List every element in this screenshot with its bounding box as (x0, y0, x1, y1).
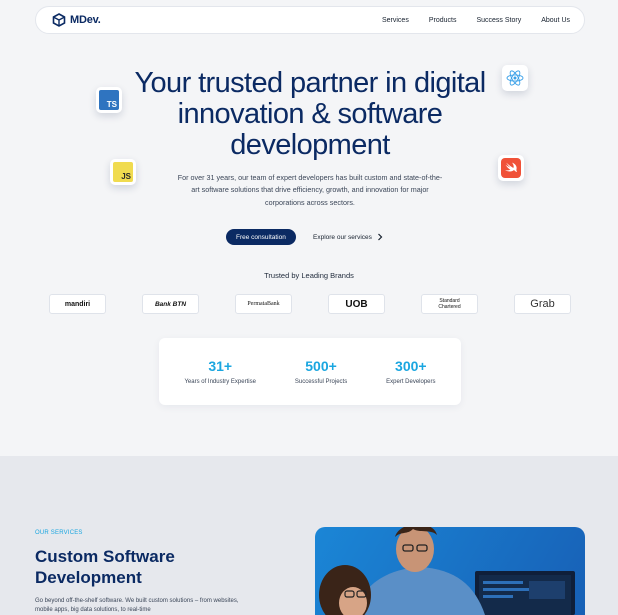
nav-link-services[interactable]: Services (382, 17, 409, 24)
explore-services-label: Explore our services (313, 233, 372, 241)
cube-logo-icon (52, 13, 66, 27)
brand-logos: mandiri Bank BTN PermataBank UOB Standar… (49, 294, 571, 314)
stat-label: Expert Developers (386, 379, 436, 385)
developers-photo (315, 523, 585, 615)
stat-number: 31+ (208, 358, 233, 374)
brand-logo-permata: PermataBank (235, 294, 292, 314)
brand-logo-mandiri: mandiri (49, 294, 106, 314)
stat-projects: 500+ Successful Projects (295, 358, 347, 385)
brand-logo-uob: UOB (328, 294, 385, 314)
nav-link-products[interactable]: Products (429, 17, 457, 24)
developers-illustration (319, 523, 575, 615)
react-tile (502, 65, 528, 91)
nav-link-success-story[interactable]: Success Story (476, 17, 521, 24)
stat-developers: 300+ Expert Developers (386, 358, 435, 385)
brand-logo[interactable]: MDev. (52, 13, 101, 27)
brand-logo-grab: Grab (514, 294, 571, 314)
services-eyebrow: OUR SERVICES (35, 530, 83, 536)
typescript-icon: TS (99, 90, 119, 110)
nav-link-about-us[interactable]: About Us (541, 17, 570, 24)
chevron-right-icon (377, 233, 383, 241)
free-consultation-button[interactable]: Free consultation (226, 229, 296, 245)
hero-subtitle: For over 31 years, our team of expert de… (177, 173, 443, 207)
stat-label: Successful Projects (294, 379, 348, 385)
swift-icon (501, 158, 521, 178)
stat-number: 300+ (395, 358, 427, 374)
brand-logo-btn: Bank BTN (142, 294, 199, 314)
hero-title: Your trusted partner in digital innovati… (134, 67, 486, 161)
stat-years: 31+ Years of Industry Expertise (184, 358, 255, 385)
stat-number: 500+ (305, 358, 337, 374)
top-nav: MDev. Services Products Success Story Ab… (35, 6, 585, 34)
explore-services-link[interactable]: Explore our services (313, 229, 383, 245)
brand-logo-standard-chartered: Standard Chartered (421, 294, 478, 314)
javascript-tile: JS (110, 159, 136, 185)
brand-name: MDev. (70, 14, 101, 26)
trusted-heading: Trusted by Leading Brands (264, 271, 354, 280)
react-icon (506, 70, 524, 86)
swift-tile (498, 155, 524, 181)
nav-links: Services Products Success Story About Us (382, 17, 570, 24)
stats-card: 31+ Years of Industry Expertise 500+ Suc… (159, 338, 461, 405)
javascript-icon: JS (113, 162, 133, 182)
services-description: Go beyond off-the-shelf software. We bui… (35, 598, 239, 613)
typescript-tile: TS (96, 87, 122, 113)
services-title: Custom Software Development (35, 547, 175, 587)
stat-label: Years of Industry Expertise (184, 379, 256, 385)
